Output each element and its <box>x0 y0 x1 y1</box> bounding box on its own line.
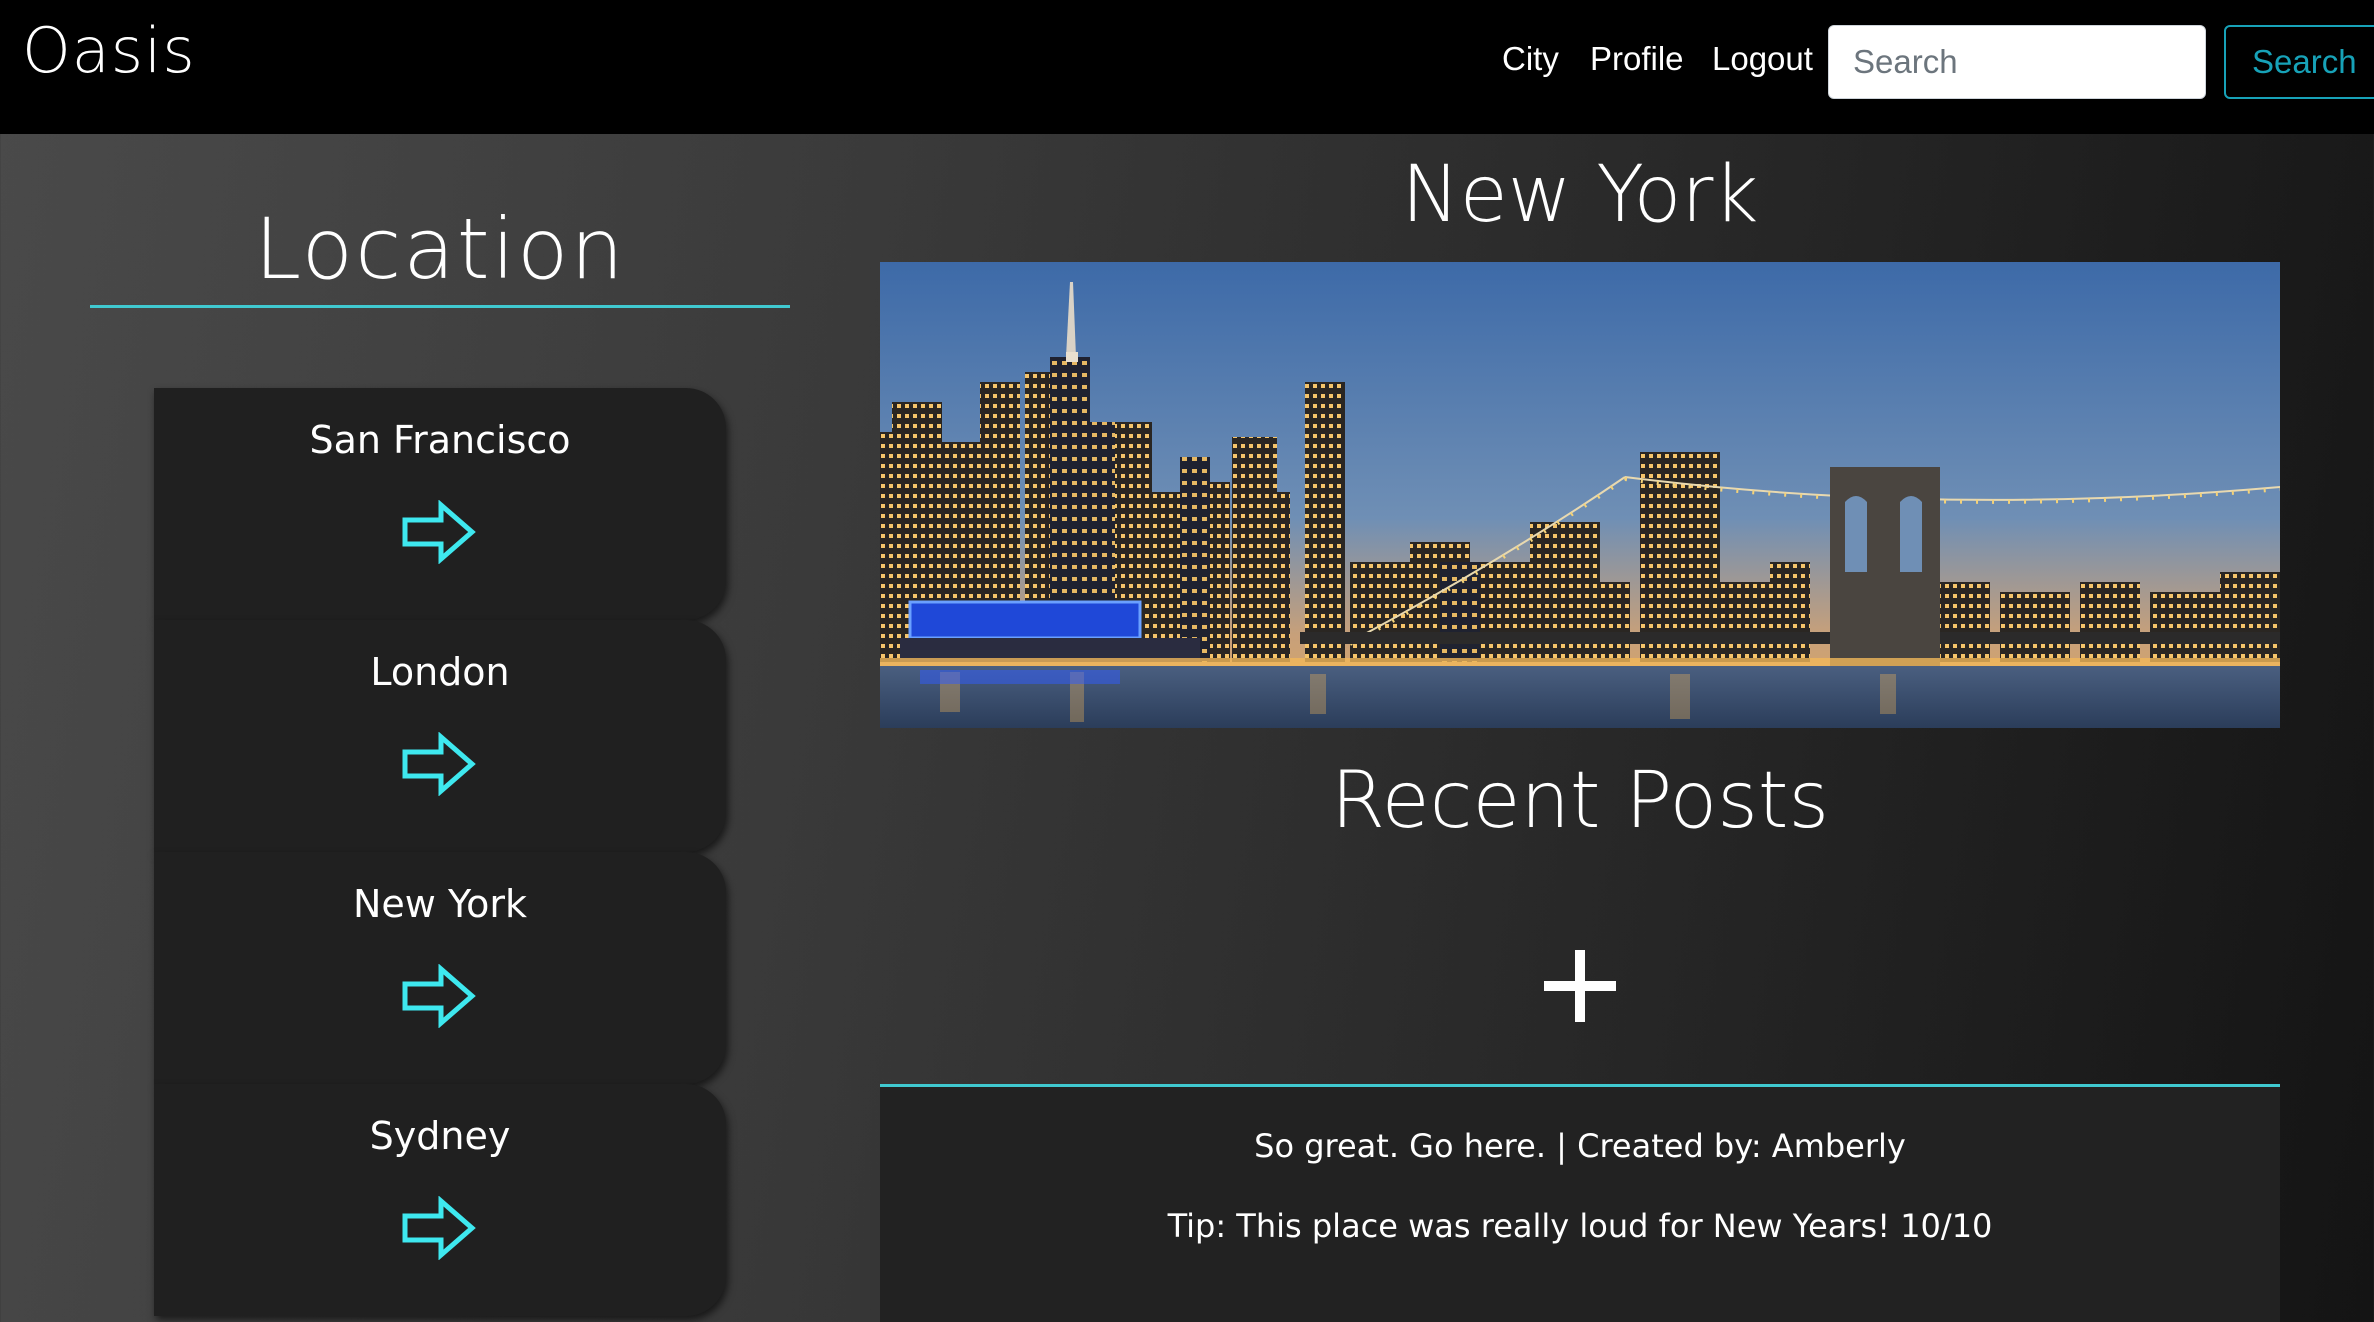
city-card-name: New York <box>352 882 527 926</box>
post-tip: Tip: This place was really loud for New … <box>1167 1207 1993 1245</box>
right-arrow-icon[interactable] <box>401 1196 477 1260</box>
city-skyline-image <box>880 262 2280 728</box>
location-divider <box>90 305 790 308</box>
search-button[interactable]: Search <box>2224 25 2374 99</box>
nav-city-link[interactable]: City <box>1502 40 1559 78</box>
nav-profile-link[interactable]: Profile <box>1590 40 1684 78</box>
recent-posts-title: Recent Posts <box>1330 756 1830 846</box>
location-title: Location <box>254 200 626 298</box>
post-summary: So great. Go here. | Created by: Amberly <box>1254 1127 1906 1165</box>
city-card-name: Sydney <box>369 1114 511 1158</box>
right-arrow-icon[interactable] <box>401 500 477 564</box>
right-arrow-icon[interactable] <box>401 964 477 1028</box>
search-input[interactable] <box>1828 25 2206 99</box>
plus-icon[interactable] <box>1540 946 1620 1026</box>
city-card-new-york[interactable]: New York <box>154 852 726 1084</box>
city-card-london[interactable]: London <box>154 620 726 852</box>
city-card-name: London <box>370 650 510 694</box>
post-card: So great. Go here. | Created by: Amberly… <box>880 1087 2280 1322</box>
city-card-sydney[interactable]: Sydney <box>154 1084 726 1316</box>
right-arrow-icon[interactable] <box>401 732 477 796</box>
brand-logo[interactable]: Oasis <box>22 14 196 87</box>
city-card-name: San Francisco <box>309 418 571 462</box>
city-title: New York <box>1401 150 1759 240</box>
city-card-san-francisco[interactable]: San Francisco <box>154 388 726 620</box>
nav-logout-link[interactable]: Logout <box>1712 40 1813 78</box>
navbar: Oasis City Profile Logout Search <box>0 0 2374 134</box>
skyline-illustration <box>880 262 2280 728</box>
